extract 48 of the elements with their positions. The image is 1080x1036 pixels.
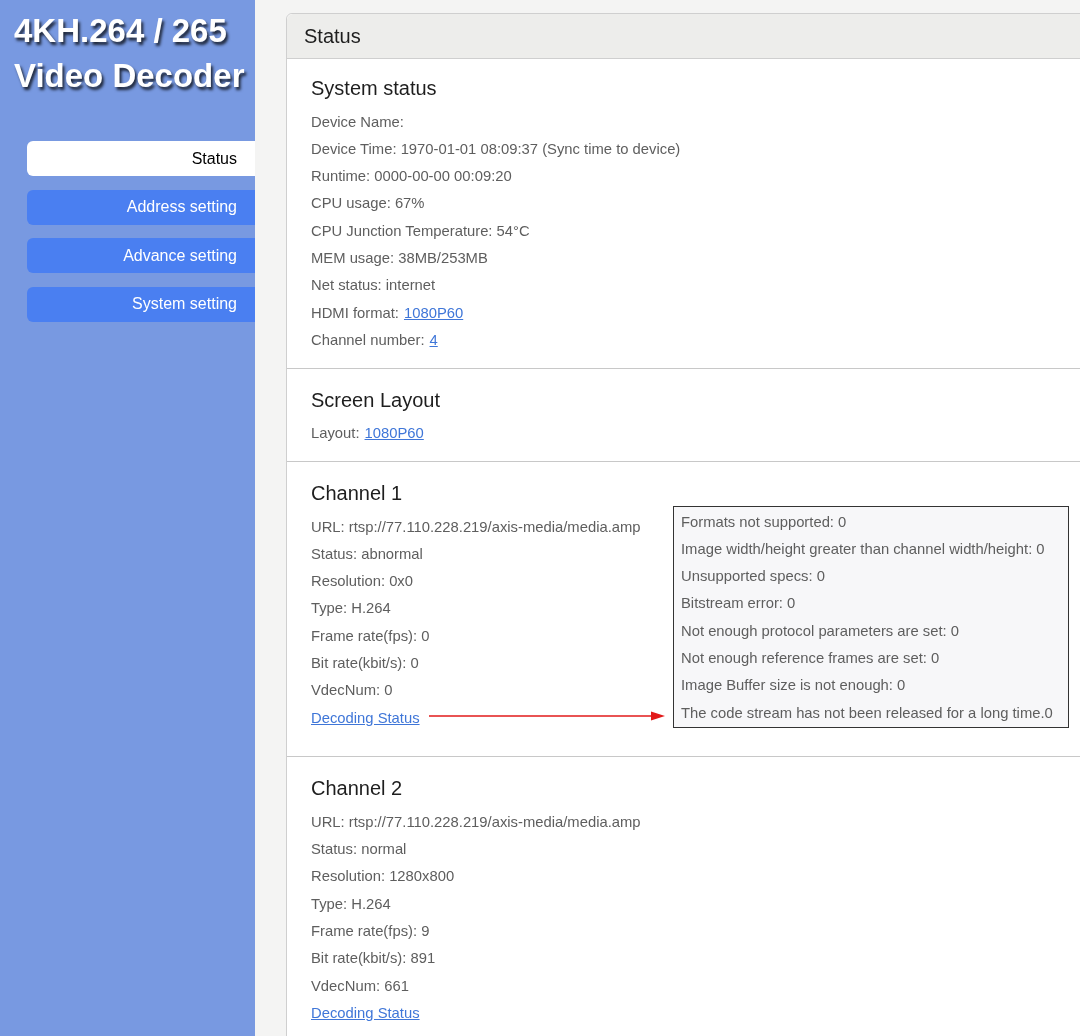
status-text: Type: H.264: [311, 894, 391, 914]
status-text: URL: rtsp://77.110.228.219/axis-media/media.amp: [311, 812, 641, 832]
status-text: Net status: internet: [311, 276, 436, 296]
section-heading: Channel 1: [311, 480, 403, 506]
popup-line: Image Buffer size is not enough: 0: [681, 676, 906, 696]
status-text: Resolution: 0x0: [311, 572, 413, 592]
popup-line: Not enough protocol parameters are set: 0: [681, 621, 959, 641]
popup-line: Image width/height greater than channel width/height: 0: [681, 539, 1045, 559]
nav-item[interactable]: System setting: [27, 286, 255, 322]
popup-line: Unsupported specs: 0: [681, 567, 825, 587]
nav-item[interactable]: Address setting: [27, 189, 255, 225]
nav-item[interactable]: Status: [27, 141, 255, 176]
value-link[interactable]: 1080P60: [403, 301, 464, 324]
value-link[interactable]: 4: [429, 328, 438, 352]
section-heading: Screen Layout: [311, 387, 440, 413]
status-text: Runtime: 0000-00-00 00:09:20: [311, 167, 512, 187]
status-text: Resolution: 1280x800: [311, 867, 455, 887]
status-label: HDMI format:: [311, 303, 399, 323]
section-heading: Channel 2: [311, 776, 403, 802]
decoding-status-link[interactable]: Decoding Status: [311, 1001, 420, 1025]
popup-line: Bitstream error: 0: [681, 594, 796, 614]
status-text: VdecNum: 661: [311, 976, 409, 996]
status-text: Bit rate(kbit/s): 891: [311, 949, 436, 969]
popup-line: Formats not supported: 0: [681, 512, 847, 532]
popup-line: The code stream has not been released for a long time.0: [681, 703, 1053, 723]
status-label: Channel number:: [311, 330, 425, 350]
status-text: Bit rate(kbit/s): 0: [311, 654, 419, 673]
status-text: CPU Junction Temperature: 54°C: [311, 221, 530, 241]
status-text: Frame rate(fps): 9: [311, 922, 430, 942]
status-text: Device Time: 1970-01-01 08:09:37 (Sync time to device): [311, 139, 681, 159]
panel-title: Status: [304, 24, 361, 49]
status-text: Device Name:: [311, 112, 404, 132]
status-text: Type: H.264: [311, 599, 391, 619]
status-text: URL: rtsp://77.110.228.219/axis-media/media.amp: [311, 517, 641, 537]
status-text: Frame rate(fps): 0: [311, 626, 430, 646]
status-label: Layout:: [311, 424, 360, 444]
section-heading: System status: [311, 76, 437, 101]
app-title: 4KH.264 / 265: [14, 10, 227, 51]
status-text: CPU usage: 67%: [311, 194, 425, 214]
value-link[interactable]: 1080P60: [364, 422, 424, 445]
popup-line: Not enough reference frames are set: 0: [681, 649, 940, 668]
status-text: Status: normal: [311, 840, 407, 860]
status-text: MEM usage: 38MB/253MB: [311, 249, 488, 269]
decoding-status-link[interactable]: Decoding Status: [311, 706, 420, 729]
status-text: Status: abnormal: [311, 544, 423, 564]
status-text: VdecNum: 0: [311, 681, 393, 701]
app-title: Video Decoder: [14, 55, 245, 96]
nav-item[interactable]: Advance setting: [27, 238, 255, 273]
